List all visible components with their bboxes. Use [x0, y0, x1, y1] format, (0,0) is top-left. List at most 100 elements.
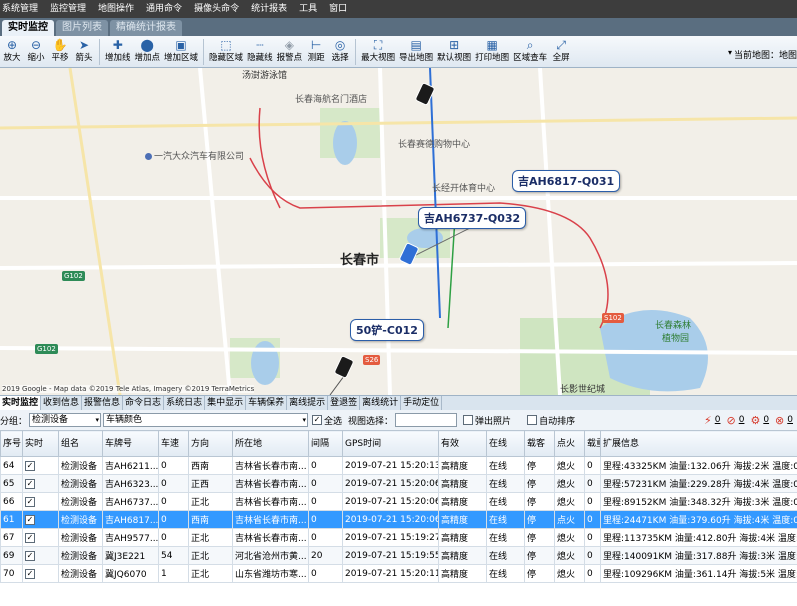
tool-button-hide-area[interactable]: ⬚ 隐藏区域: [207, 36, 245, 68]
data-tab-4[interactable]: 系统日志: [164, 396, 206, 410]
tool-button-alarm-point[interactable]: ◈ 报警点: [275, 36, 305, 68]
realtime-checkbox[interactable]: ✓: [25, 568, 35, 579]
popup-photo-toggle[interactable]: 弹出照片: [463, 414, 511, 427]
auto-sort-checkbox[interactable]: [527, 415, 538, 425]
data-tab-1[interactable]: 收到信息: [41, 396, 83, 410]
cell-time: 2019-07-21 15:20:06: [342, 474, 439, 493]
stat-alarm[interactable]: ⚡ 0: [704, 414, 720, 427]
tool-button-zoom-in[interactable]: ⊕ 放大: [0, 36, 24, 68]
data-tab-7[interactable]: 离线提示: [287, 396, 329, 410]
menu-item-0[interactable]: 系统管理: [0, 0, 44, 18]
stat-offline[interactable]: ⊗ 0: [775, 414, 793, 427]
cell-plate: 吉AH6211...: [102, 456, 159, 475]
tool-button-add-line[interactable]: ✚ 增加线: [103, 36, 133, 68]
column-header-6[interactable]: 所在地: [232, 430, 309, 457]
tool-button-area-search[interactable]: ⌕ 区域查车: [511, 36, 549, 68]
popup-photo-checkbox[interactable]: [463, 415, 474, 425]
main-tab-bar: 实时监控 图片列表 精确统计报表: [0, 18, 797, 36]
menu-item-7[interactable]: 窗口: [323, 0, 353, 18]
table-header-row: 序号实时组名车牌号车速方向所在地间隔GPS时间有效在线载客点火载重扩展信息: [0, 430, 797, 457]
data-tab-0[interactable]: 实时监控: [0, 396, 42, 410]
realtime-checkbox[interactable]: ✓: [25, 478, 35, 489]
stat-count[interactable]: 0: [787, 415, 793, 425]
main-tab-2[interactable]: 精确统计报表: [110, 20, 182, 36]
data-tab-5[interactable]: 集中显示: [205, 396, 247, 410]
column-header-2[interactable]: 组名: [58, 430, 103, 457]
tool-button-max-view[interactable]: ⛶ 最大视图: [359, 36, 397, 68]
main-tab-0[interactable]: 实时监控: [2, 20, 54, 36]
data-tab-8[interactable]: 登退签: [328, 396, 361, 410]
stat-fault[interactable]: ⚙ 0: [750, 414, 769, 427]
stat-no-gps[interactable]: ⊘ 0: [726, 414, 744, 427]
toolbar-tools: ⊕ 放大 ⊖ 缩小 ✋ 平移 ➤ 箭头 ✚ 增加线 ⬤ 增加点 ▣ 增加区域 ⬚ 隐藏区域 ┈ 隐藏线 ◈ 报警点 ⊢ 测…: [0, 36, 573, 68]
menu-item-1[interactable]: 监控管理: [44, 0, 92, 18]
table-row[interactable]: 64 ✓ 检测设备 吉AH6211... 0 西南 吉林省长春市南... 0 2019-07-2…: [0, 456, 797, 475]
table-row[interactable]: 61 ✓ 检测设备 吉AH6817... 0 西南 吉林省长春市南... 0 2019-07-2…: [0, 510, 797, 529]
table-row[interactable]: 69 ✓ 检测设备 冀J3E221 54 正北 河北省沧州市黄... 20 2019-07-21…: [0, 546, 797, 565]
group-select[interactable]: 检测设备 ▾: [29, 413, 102, 427]
map-view[interactable]: 汤澍游泳馆 长春海航名门酒店 一汽大众汽车有限公司 长春赛德购物中心 长经开体育…: [0, 68, 797, 395]
realtime-checkbox[interactable]: ✓: [25, 550, 35, 561]
column-header-12[interactable]: 点火: [554, 430, 585, 457]
column-header-1[interactable]: 实时: [22, 430, 59, 457]
color-select[interactable]: 车辆颜色 ▾: [103, 413, 309, 427]
column-header-9[interactable]: 有效: [438, 430, 487, 457]
table-row[interactable]: 66 ✓ 检测设备 吉AH6737... 0 正北 吉林省长春市南... 0 2019-07-2…: [0, 492, 797, 511]
realtime-checkbox[interactable]: ✓: [25, 514, 35, 525]
column-header-7[interactable]: 间隔: [308, 430, 343, 457]
realtime-checkbox[interactable]: ✓: [25, 460, 35, 471]
tool-button-add-area[interactable]: ▣ 增加区域: [162, 36, 200, 68]
cell-no: 70: [0, 564, 23, 583]
tool-button-select[interactable]: ◎ 选择: [328, 36, 352, 68]
auto-sort-toggle[interactable]: 自动排序: [527, 414, 575, 427]
realtime-checkbox[interactable]: ✓: [25, 496, 35, 507]
cell-group: 检测设备: [58, 474, 103, 493]
column-header-8[interactable]: GPS时间: [342, 430, 439, 457]
main-tab-1[interactable]: 图片列表: [56, 20, 108, 36]
tool-button-hand[interactable]: ✋ 平移: [48, 36, 72, 68]
tool-button-ruler[interactable]: ⊢ 测距: [304, 36, 328, 68]
stat-count[interactable]: 0: [739, 415, 745, 425]
tool-button-add-point[interactable]: ⬤ 增加点: [133, 36, 163, 68]
column-header-4[interactable]: 车速: [158, 430, 189, 457]
menu-item-5[interactable]: 统计报表: [245, 0, 293, 18]
vehicle-callout-c012[interactable]: 50铲-C012: [350, 319, 424, 341]
column-header-13[interactable]: 载重: [584, 430, 601, 457]
tool-button-cursor[interactable]: ➤ 箭头: [72, 36, 96, 68]
road-shield-s26: S26: [363, 355, 381, 365]
menu-item-2[interactable]: 地图操作: [92, 0, 140, 18]
select-all-checkbox[interactable]: ✓: [312, 415, 323, 425]
column-header-11[interactable]: 载客: [524, 430, 555, 457]
view-select[interactable]: [395, 413, 458, 427]
tool-button-print-map[interactable]: ▦ 打印地图: [473, 36, 511, 68]
data-tab-9[interactable]: 离线统计: [360, 396, 402, 410]
vehicle-callout-q032[interactable]: 吉AH6737-Q032: [418, 207, 527, 229]
tool-button-fullscreen[interactable]: ⤢ 全屏: [549, 36, 573, 68]
data-tab-2[interactable]: 报警信息: [82, 396, 124, 410]
vehicle-callout-q031[interactable]: 吉AH6817-Q031: [512, 170, 621, 192]
tool-button-default-view[interactable]: ⊞ 默认视图: [435, 36, 473, 68]
add-point-icon: ⬤: [140, 38, 154, 52]
data-tab-10[interactable]: 手动定位: [401, 396, 443, 410]
realtime-checkbox[interactable]: ✓: [25, 532, 35, 543]
tool-button-export-map[interactable]: ▤ 导出地图: [397, 36, 435, 68]
menu-item-6[interactable]: 工具: [293, 0, 323, 18]
stat-count[interactable]: 0: [763, 415, 769, 425]
menu-item-4[interactable]: 摄像头命令: [188, 0, 245, 18]
table-row[interactable]: 65 ✓ 检测设备 吉AH6323... 0 正西 吉林省长春市南... 0 2019-07-2…: [0, 474, 797, 493]
table-row[interactable]: 67 ✓ 检测设备 吉AH9577... 0 正北 吉林省长春市南... 0 2019-07-2…: [0, 528, 797, 547]
column-header-5[interactable]: 方向: [188, 430, 233, 457]
data-tab-3[interactable]: 命令日志: [123, 396, 165, 410]
table-row[interactable]: 70 ✓ 检测设备 冀JQ6070 1 正北 山东省潍坊市寒... 0 2019-07-21 1…: [0, 564, 797, 583]
column-header-0[interactable]: 序号: [0, 430, 23, 457]
column-header-14[interactable]: 扩展信息: [600, 430, 797, 457]
menu-item-3[interactable]: 通用命令: [140, 0, 188, 18]
column-header-10[interactable]: 在线: [486, 430, 525, 457]
data-tab-6[interactable]: 车辆保养: [246, 396, 288, 410]
select-all-toggle[interactable]: ✓ 全选: [312, 414, 342, 427]
column-header-3[interactable]: 车牌号: [102, 430, 159, 457]
tool-button-hide-line[interactable]: ┈ 隐藏线: [245, 36, 275, 68]
tool-button-zoom-out[interactable]: ⊖ 缩小: [24, 36, 48, 68]
current-map-value[interactable]: 地图: [779, 36, 797, 61]
stat-count[interactable]: 0: [715, 415, 721, 425]
